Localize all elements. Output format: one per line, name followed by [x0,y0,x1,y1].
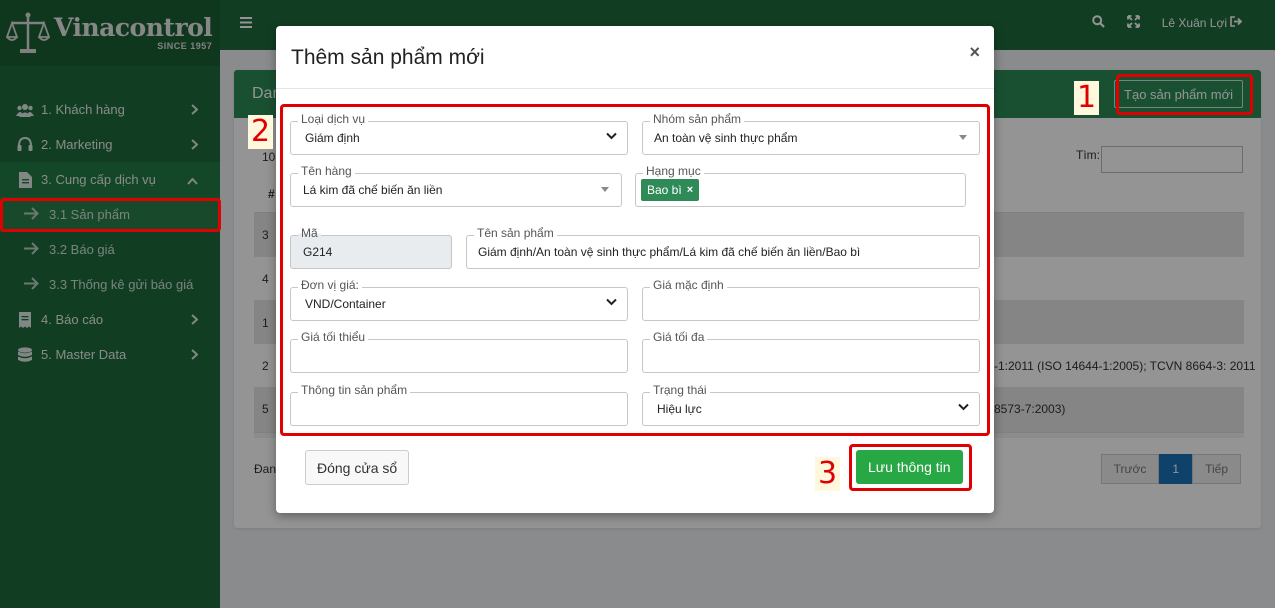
modal-divider [276,88,994,89]
annotation-number-2: 2 [248,115,274,149]
annotation-box-form [280,104,990,436]
modal-title: Thêm sản phẩm mới [291,46,485,69]
annotation-box-create [1116,74,1253,115]
annotation-number-1: 1 [1074,81,1100,115]
annotation-box-save [849,444,972,491]
close-icon[interactable]: × [969,42,980,63]
annotation-number-3: 3 [815,457,841,491]
close-window-button[interactable]: Đóng cửa sổ [305,450,410,485]
annotation-box-sidebar [0,198,221,232]
